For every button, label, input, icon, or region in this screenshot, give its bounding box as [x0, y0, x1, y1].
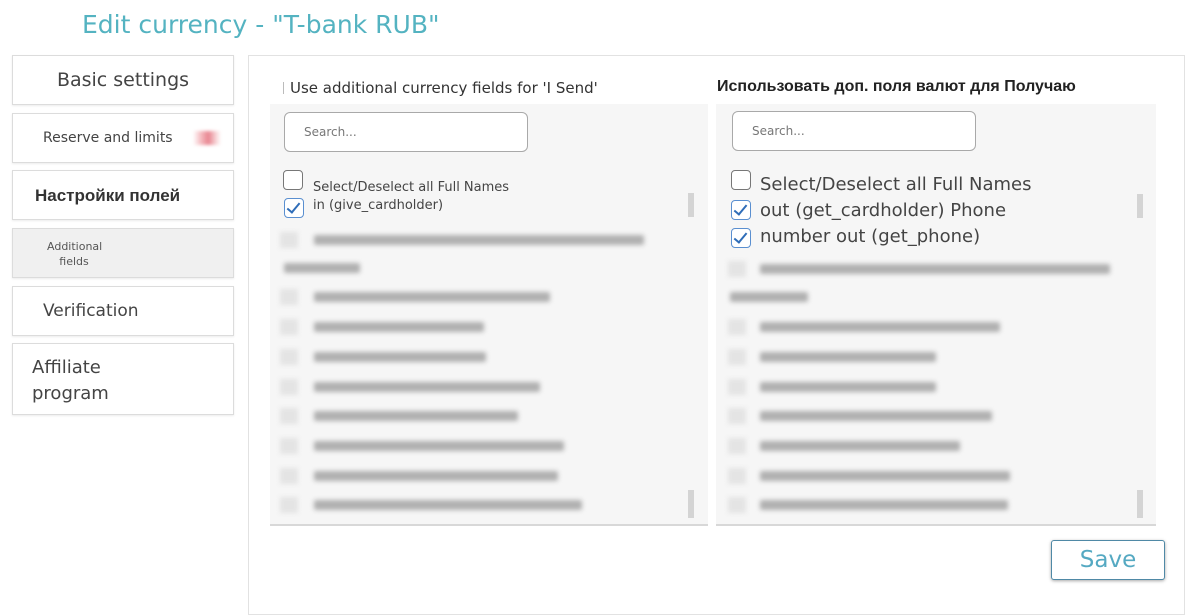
redacted-list-item: [280, 438, 580, 454]
sidebar-item-label: Verification: [43, 301, 139, 321]
sidebar-item-label: Reserve and limits: [43, 130, 173, 146]
redacted-list-item: [728, 379, 948, 395]
sidebar-item-label: Настройки полей: [35, 186, 181, 205]
get-search-input[interactable]: [750, 123, 954, 139]
divider: [270, 524, 708, 526]
get-scrollbar-thumb-lower[interactable]: [1137, 490, 1143, 518]
get-phone-checkbox[interactable]: [731, 228, 751, 248]
give-scrollbar-thumb-lower[interactable]: [688, 490, 694, 518]
redacted-list-item: [280, 349, 500, 365]
page-title: Edit currency - "T-bank RUB": [82, 10, 440, 39]
redacted-list-item: [280, 289, 560, 305]
redacted-list-item: [728, 497, 1028, 513]
sidebar-item-label: Additional fields: [47, 240, 103, 268]
redacted-list-item: [280, 408, 540, 424]
give-search-box[interactable]: [284, 112, 528, 152]
redacted-list-item: [728, 438, 978, 454]
redacted-list-item: [728, 289, 818, 305]
redacted-list-item: [280, 232, 670, 248]
get-cardholder-label: out (get_cardholder) Phone: [760, 200, 1007, 221]
get-fields-heading: Использовать доп. поля валют для Получаю: [717, 78, 1076, 95]
get-select-all-label: Select/Deselect all Full Names: [760, 174, 1032, 195]
give-select-all-checkbox[interactable]: [283, 170, 303, 190]
get-fields-list[interactable]: [716, 104, 1156, 526]
give-select-all-label: Select/Deselect all Full Names: [313, 180, 510, 195]
sidebar-item-basic-settings[interactable]: Basic settings: [12, 55, 234, 105]
sidebar-item-label: Affiliate program: [32, 357, 109, 404]
save-button[interactable]: Save: [1051, 540, 1165, 580]
redacted-list-item: [728, 408, 1008, 424]
give-cardholder-label: in (give_cardholder): [313, 198, 444, 213]
sidebar-item-affiliate-program[interactable]: Affiliate program: [12, 343, 234, 415]
sidebar-item-reserve-limits[interactable]: Reserve and limits: [12, 113, 234, 163]
give-scrollbar-thumb[interactable]: [688, 193, 694, 217]
redacted-list-item: [280, 379, 560, 395]
redacted-list-item: [280, 468, 580, 484]
redacted-list-item: [728, 349, 948, 365]
give-fields-heading-text: Use additional currency fields for 'I Se…: [290, 79, 598, 97]
redacted-list-item: [280, 260, 370, 276]
redacted-list-item: [280, 319, 500, 335]
sidebar-item-field-settings[interactable]: Настройки полей: [12, 170, 234, 220]
get-phone-label: number out (get_phone): [760, 226, 981, 247]
redacted-list-item: [728, 261, 1118, 277]
give-search-input[interactable]: [302, 124, 506, 140]
get-select-all-checkbox[interactable]: [731, 170, 751, 190]
redacted-list-item: [280, 497, 600, 513]
divider: [716, 524, 1156, 526]
get-scrollbar-thumb[interactable]: [1137, 194, 1143, 218]
sidebar-item-additional-fields[interactable]: Additional fields: [12, 228, 234, 278]
redacted-list-item: [728, 468, 1028, 484]
heading-marker: [283, 82, 284, 94]
get-search-box[interactable]: [732, 111, 976, 151]
redacted-list-item: [728, 319, 1008, 335]
sidebar-item-label: Basic settings: [56, 69, 190, 91]
give-fields-list[interactable]: [270, 104, 708, 526]
notification-badge: [193, 131, 221, 145]
give-cardholder-checkbox[interactable]: [284, 198, 304, 218]
sidebar-item-verification[interactable]: Verification: [12, 286, 234, 336]
get-cardholder-checkbox[interactable]: [731, 200, 751, 220]
give-fields-heading: Use additional currency fields for 'I Se…: [283, 79, 598, 97]
